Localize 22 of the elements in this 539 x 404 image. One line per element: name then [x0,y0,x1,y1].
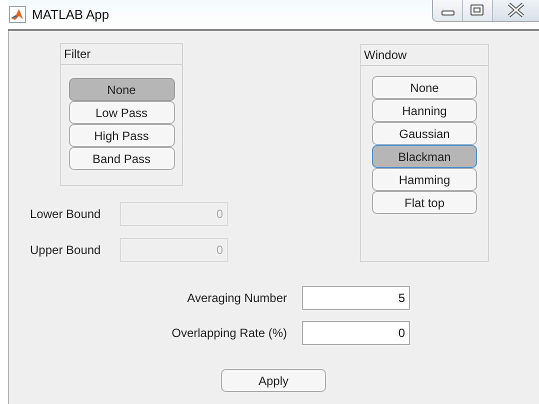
close-icon[interactable] [493,0,539,21]
panel-title: Window [361,45,488,66]
panel-title: Filter [61,44,182,65]
toggle-button[interactable]: High Pass [68,124,174,147]
field-label: Lower Bound [30,207,102,221]
input-field[interactable]: 5 [302,286,410,310]
toggle-button[interactable]: Band Pass [68,147,174,170]
field-label: Upper Bound [30,243,102,257]
toggle-button[interactable]: Blackman [372,145,477,168]
toggle-button[interactable]: Hanning [372,99,477,122]
toggle-button[interactable]: Hamming [372,168,477,191]
input-field[interactable]: 0 [302,321,410,345]
field-label: Overlapping Rate (%) [170,326,287,340]
toggle-button[interactable]: Gaussian [372,122,477,145]
window-title: MATLAB App [32,7,110,22]
toggle-button[interactable]: Low Pass [68,101,174,124]
toggle-button[interactable]: None [68,78,174,101]
apply-button[interactable]: Apply [221,369,326,392]
app-icon [9,6,26,23]
field-label: Averaging Number [186,291,287,305]
toggle-button[interactable]: Flat top [372,191,477,214]
toggle-button[interactable]: None [372,76,477,99]
